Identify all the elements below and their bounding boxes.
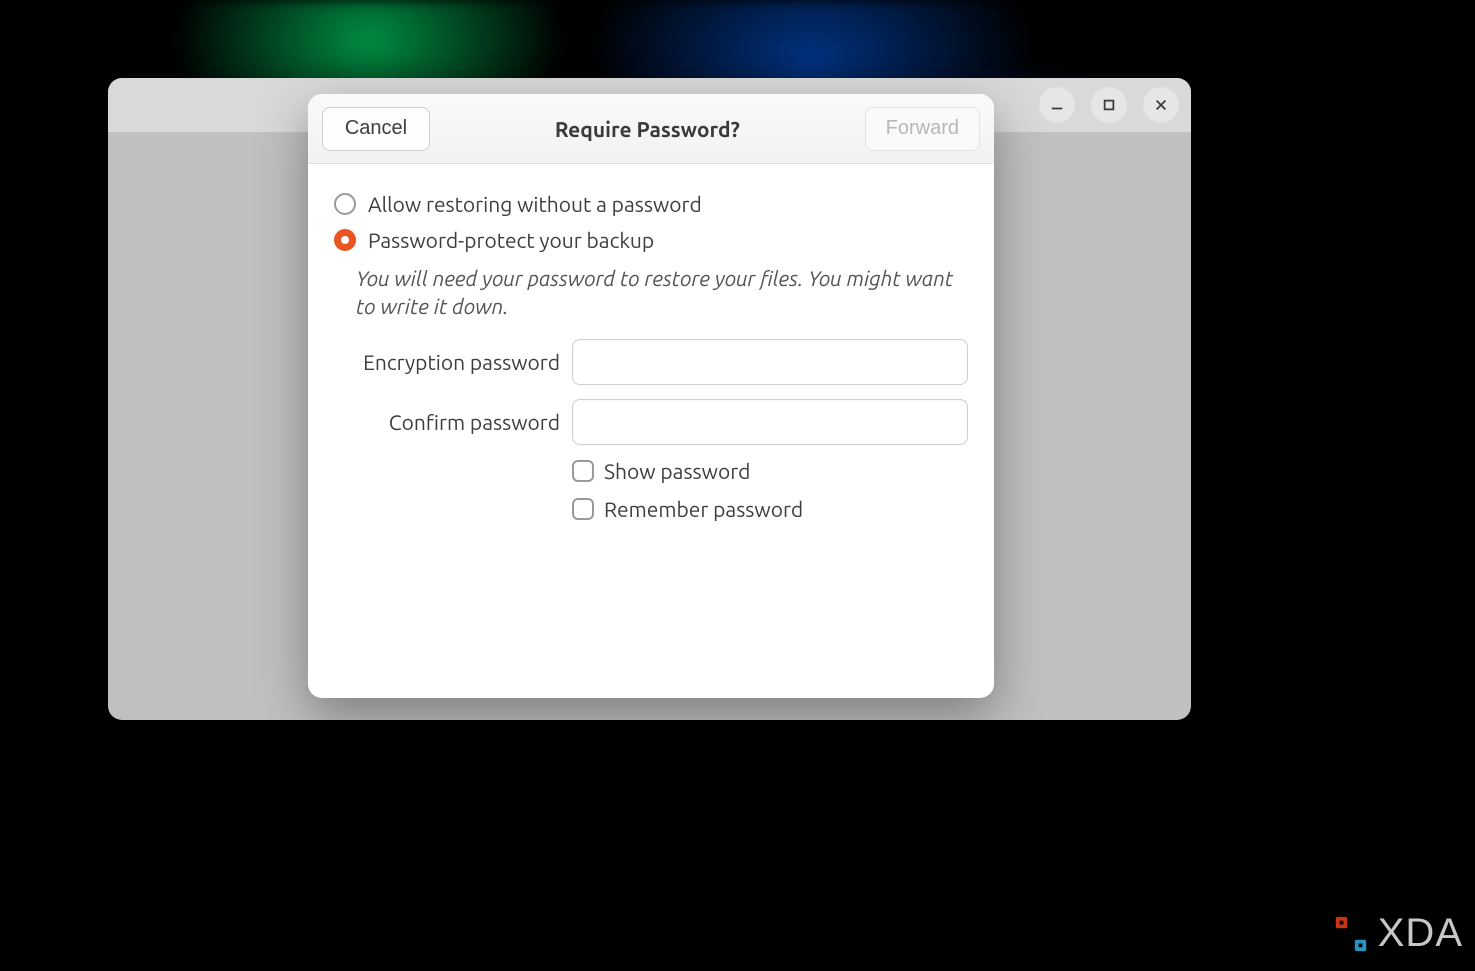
radio-allow-label: Allow restoring without a password	[368, 192, 702, 216]
xda-watermark: XDA	[1332, 911, 1463, 956]
remember-password-label: Remember password	[604, 497, 803, 521]
xda-logo-icon	[1332, 915, 1370, 953]
password-hint: You will need your password to restore y…	[334, 258, 968, 335]
remember-password-checkbox[interactable]: Remember password	[572, 497, 968, 521]
radio-allow-restore[interactable]: Allow restoring without a password	[334, 186, 968, 222]
checkbox-icon	[572, 498, 594, 520]
cancel-button[interactable]: Cancel	[322, 107, 430, 151]
radio-protect-label: Password-protect your backup	[368, 228, 654, 252]
minimize-icon	[1050, 98, 1064, 112]
confirm-password-label: Confirm password	[340, 410, 560, 434]
confirm-password-input[interactable]	[572, 399, 968, 445]
dialog-body: Allow restoring without a password Passw…	[308, 164, 994, 547]
require-password-dialog: Cancel Require Password? Forward Allow r…	[308, 94, 994, 698]
minimize-button[interactable]	[1039, 87, 1075, 123]
radio-icon	[334, 193, 356, 215]
forward-button[interactable]: Forward	[865, 107, 980, 151]
checkbox-icon	[572, 460, 594, 482]
radio-password-protect[interactable]: Password-protect your backup	[334, 222, 968, 258]
close-button[interactable]	[1143, 87, 1179, 123]
show-password-label: Show password	[604, 459, 750, 483]
close-icon	[1154, 98, 1168, 112]
dialog-headerbar: Cancel Require Password? Forward	[308, 94, 994, 164]
maximize-button[interactable]	[1091, 87, 1127, 123]
encryption-password-label: Encryption password	[340, 350, 560, 374]
watermark-text: XDA	[1378, 911, 1463, 956]
show-password-checkbox[interactable]: Show password	[572, 459, 968, 483]
dialog-title: Require Password?	[442, 117, 853, 141]
radio-icon	[334, 229, 356, 251]
maximize-icon	[1102, 98, 1116, 112]
encryption-password-input[interactable]	[572, 339, 968, 385]
